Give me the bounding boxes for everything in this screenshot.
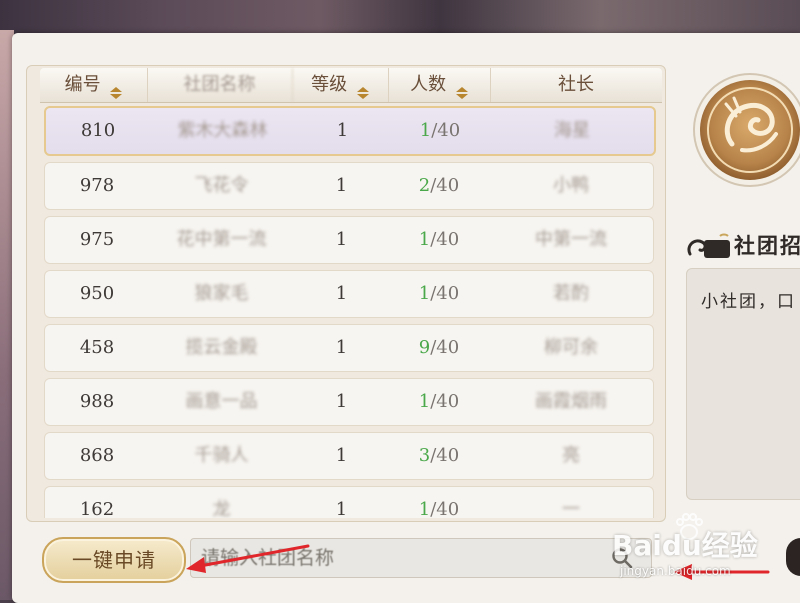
header-leader: 社长 — [490, 68, 662, 102]
member-count: 3 — [418, 445, 431, 466]
sort-icon[interactable] — [110, 77, 123, 99]
sort-icon[interactable] — [455, 77, 468, 99]
member-count: 1 — [418, 229, 431, 250]
intro-box: 小社团，口 — [686, 268, 800, 500]
header-level-label: 等级 — [311, 74, 348, 95]
header-leader-label: 社长 — [558, 74, 594, 95]
row-count: 1/40 — [389, 271, 489, 317]
row-name: 狼家毛 — [194, 283, 249, 304]
table-header: 编号 社团名称 等级 人数 社长 — [40, 68, 662, 103]
row-level: 1 — [335, 445, 348, 466]
row-name: 揽云金殿 — [185, 337, 258, 358]
crane-emblem-icon — [693, 73, 800, 187]
member-max: /40 — [430, 175, 460, 196]
scroll-ornament-icon — [687, 233, 730, 258]
header-count[interactable]: 人数 — [388, 68, 491, 102]
row-name: 花中第一流 — [176, 229, 267, 250]
member-max: /40 — [430, 445, 460, 466]
header-id[interactable]: 编号 — [40, 68, 148, 102]
header-count-label: 人数 — [410, 74, 447, 95]
row-leader: 海星 — [554, 120, 590, 141]
row-leader: 亮 — [562, 445, 580, 466]
intro-text: 小社团，口 — [701, 292, 796, 312]
table-row[interactable]: 810 紫木大森林 1 1/40 海星 — [44, 106, 656, 156]
member-max: /40 — [431, 120, 461, 141]
member-max: /40 — [430, 337, 460, 358]
watermark-main: Baidu经验 — [612, 529, 758, 562]
row-leader: 中第一流 — [535, 229, 607, 250]
search-input[interactable] — [201, 539, 601, 577]
row-id: 950 — [79, 283, 115, 304]
header-id-label: 编号 — [64, 74, 101, 95]
row-id: 868 — [79, 445, 115, 466]
row-count: 1/40 — [389, 379, 489, 425]
member-max: /40 — [430, 229, 460, 250]
row-id: 978 — [79, 175, 115, 196]
row-id: 162 — [79, 499, 115, 518]
table-row[interactable]: 975 花中第一流 1 1/40 中第一流 — [44, 216, 654, 264]
row-count: 1/40 — [390, 108, 490, 154]
row-level: 1 — [335, 229, 348, 250]
row-level: 1 — [336, 120, 349, 141]
baidu-jingyan-watermark: Baidu经验 jingyan.baidu.com — [612, 512, 792, 582]
row-name: 画意一品 — [185, 391, 258, 412]
row-leader: 柳可余 — [544, 337, 598, 358]
member-count: 1 — [419, 120, 432, 141]
search-box[interactable] — [190, 538, 652, 578]
watermark-sub: jingyan.baidu.com — [620, 564, 731, 578]
row-id: 458 — [79, 337, 115, 358]
table-row[interactable]: 950 狼家毛 1 1/40 若酌 — [44, 270, 654, 318]
header-level[interactable]: 等级 — [292, 68, 389, 102]
one-click-apply-button[interactable]: 一键申请 — [42, 537, 186, 583]
table-row[interactable]: 988 画意一品 1 1/40 画霞烟雨 — [44, 378, 654, 426]
row-name: 龙 — [212, 499, 231, 518]
row-leader: 若酌 — [553, 283, 589, 304]
intro-heading: 社团招 — [686, 228, 800, 262]
header-name: 社团名称 — [147, 68, 293, 102]
row-name: 紫木大森林 — [177, 120, 268, 141]
row-id: 988 — [79, 391, 115, 412]
row-level: 1 — [335, 175, 348, 196]
member-count: 2 — [418, 175, 431, 196]
row-count: 3/40 — [389, 433, 489, 479]
row-level: 1 — [335, 283, 348, 304]
table-row[interactable]: 458 揽云金殿 1 9/40 柳可余 — [44, 324, 654, 372]
table-row[interactable]: 978 飞花令 1 2/40 小鸭 — [44, 162, 654, 210]
member-max: /40 — [430, 391, 460, 412]
member-max: /40 — [430, 499, 460, 518]
intro-title: 社团招 — [734, 233, 800, 258]
society-emblem — [692, 72, 800, 188]
member-count: 9 — [418, 337, 431, 358]
header-name-label: 社团名称 — [183, 74, 256, 95]
table-row[interactable]: 162 龙 1 1/40 一 — [44, 486, 654, 518]
row-id: 975 — [79, 229, 115, 250]
row-name: 千骑人 — [194, 445, 249, 466]
member-max: /40 — [430, 283, 460, 304]
row-level: 1 — [335, 337, 348, 358]
table-row[interactable]: 868 千骑人 1 3/40 亮 — [44, 432, 654, 480]
row-leader: 小鸭 — [553, 175, 589, 196]
row-count: 2/40 — [389, 163, 489, 209]
row-count: 1/40 — [389, 217, 489, 263]
member-count: 1 — [418, 283, 431, 304]
row-level: 1 — [335, 391, 348, 412]
member-count: 1 — [418, 499, 431, 518]
row-count: 9/40 — [389, 325, 489, 371]
member-count: 1 — [418, 391, 431, 412]
row-id: 810 — [80, 120, 116, 141]
row-leader: 画霞烟雨 — [535, 391, 607, 412]
row-level: 1 — [335, 499, 348, 518]
row-count: 1/40 — [389, 487, 489, 518]
table-body[interactable]: 810 紫木大森林 1 1/40 海星 978 飞花令 1 2/40 小鸭 97… — [40, 102, 664, 518]
row-name: 飞花令 — [194, 175, 249, 196]
sort-icon[interactable] — [356, 77, 369, 99]
